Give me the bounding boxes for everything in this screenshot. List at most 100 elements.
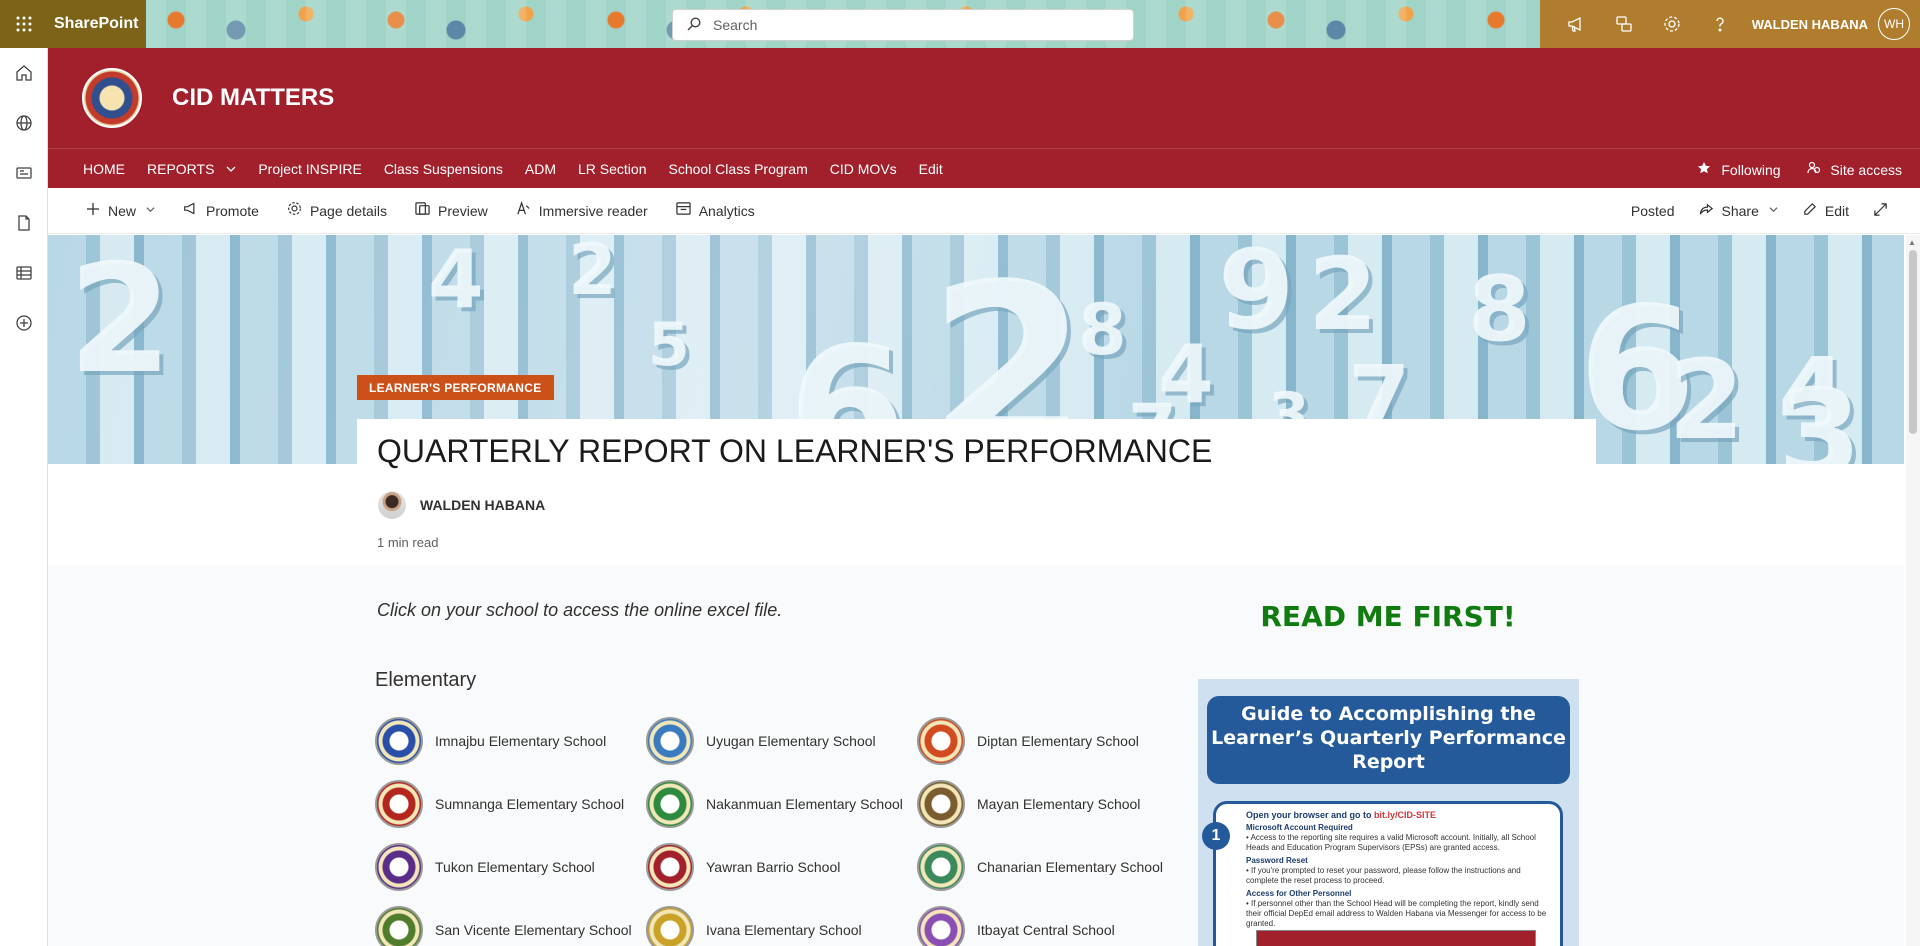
site-logo[interactable] [82, 68, 142, 128]
megaphone-icon[interactable] [1552, 0, 1600, 48]
school-name: Diptan Elementary School [977, 733, 1139, 749]
school-name: Nakanmuan Elementary School [706, 796, 903, 812]
app-name[interactable]: SharePoint [48, 0, 146, 48]
following-button[interactable]: Following [1697, 161, 1781, 178]
read-time: 1 min read [377, 535, 439, 550]
topic-tag[interactable]: LEARNER'S PERFORMANCE [357, 375, 554, 400]
nav-adm[interactable]: ADM [514, 161, 567, 177]
nav-school-class-program[interactable]: School Class Program [657, 161, 818, 177]
nav-project-inspire[interactable]: Project INSPIRE [247, 161, 372, 177]
megaphone-icon [183, 201, 198, 220]
school-link[interactable]: Diptan Elementary School [917, 717, 1175, 765]
user-name[interactable]: WALDEN HABANA [1744, 17, 1878, 32]
document-icon[interactable] [0, 198, 48, 248]
school-link[interactable]: Yawran Barrio School [646, 843, 904, 891]
intro-text: Click on your school to access the onlin… [377, 600, 783, 620]
analytics-label: Analytics [698, 202, 755, 219]
home-icon[interactable] [0, 48, 48, 98]
school-link[interactable]: Ivana Elementary School [646, 906, 904, 946]
chat-icon[interactable] [1600, 0, 1648, 48]
school-link[interactable]: Uyugan Elementary School [646, 717, 904, 765]
school-name: Uyugan Elementary School [706, 733, 876, 749]
school-link[interactable]: Itbayat Central School [917, 906, 1175, 946]
guide-t1: • Access to the reporting site requires … [1246, 833, 1536, 852]
waffle-icon[interactable] [0, 0, 48, 48]
chevron-down-icon [146, 205, 155, 217]
nav-edit[interactable]: Edit [908, 161, 954, 177]
add-icon[interactable] [0, 298, 48, 348]
school-seal-icon [917, 906, 965, 946]
school-seal-icon [375, 780, 423, 828]
list-icon[interactable] [0, 248, 48, 298]
school-seal-icon [375, 843, 423, 891]
pencil-icon [1802, 202, 1817, 221]
guide-screenshot [1256, 930, 1536, 946]
news-icon[interactable] [0, 148, 48, 198]
school-seal-icon [646, 780, 694, 828]
user-avatar[interactable]: WH [1878, 8, 1910, 40]
new-button[interactable]: New [48, 202, 169, 220]
school-seal-icon [917, 780, 965, 828]
scrollbar-thumb[interactable] [1909, 250, 1917, 434]
help-icon[interactable] [1696, 0, 1744, 48]
school-seal-icon [375, 717, 423, 765]
suite-bar: SharePoint Search WALDEN HABANA WH [0, 0, 1920, 48]
scroll-up-icon[interactable]: ▲ [1908, 238, 1916, 247]
nav-class-suspensions[interactable]: Class Suspensions [373, 161, 514, 177]
nav-reports[interactable]: REPORTS [136, 161, 247, 177]
search-input[interactable]: Search [672, 9, 1134, 41]
gear-icon [287, 201, 302, 220]
nav-cid-movs[interactable]: CID MOVs [819, 161, 908, 177]
preview-icon [415, 201, 430, 220]
school-link[interactable]: Tukon Elementary School [375, 843, 633, 891]
school-name: Tukon Elementary School [435, 859, 595, 875]
search-icon [687, 16, 701, 34]
gear-icon[interactable] [1648, 0, 1696, 48]
site-navigation: HOME REPORTS Project INSPIRE Class Suspe… [48, 148, 1920, 188]
school-seal-icon [646, 906, 694, 946]
school-link[interactable]: Nakanmuan Elementary School [646, 780, 904, 828]
school-name: Ivana Elementary School [706, 922, 862, 938]
step-title: Open your browser and go to bit.ly/CID-S… [1246, 810, 1550, 820]
school-seal-icon [375, 906, 423, 946]
preview-label: Preview [438, 202, 488, 219]
hero-digit: 3 [1778, 365, 1862, 465]
search-placeholder: Search [713, 17, 758, 33]
avatar [378, 491, 406, 519]
school-link[interactable]: San Vicente Elementary School [375, 906, 633, 946]
analytics-icon [676, 201, 691, 220]
expand-button[interactable] [1861, 202, 1900, 220]
share-button[interactable]: Share [1687, 202, 1790, 221]
immersive-reader-icon [516, 200, 531, 220]
school-link[interactable]: Sumnanga Elementary School [375, 780, 633, 828]
command-bar: New Promote Page details Preview Immersi… [48, 188, 1920, 234]
guide-t3: • If personnel other than the School Hea… [1246, 899, 1547, 928]
site-access-button[interactable]: Site access [1806, 161, 1902, 178]
school-link[interactable]: Chanarian Elementary School [917, 843, 1175, 891]
promote-button[interactable]: Promote [169, 201, 273, 220]
hero-digit: 2 [568, 235, 617, 311]
plus-icon [86, 202, 100, 220]
guide-image[interactable]: Guide to Accomplishing the Learner’s Qua… [1198, 679, 1579, 946]
preview-button[interactable]: Preview [401, 201, 502, 220]
edit-button[interactable]: Edit [1790, 202, 1861, 221]
author-byline[interactable]: WALDEN HABANA [378, 491, 545, 519]
nav-home[interactable]: HOME [48, 161, 136, 177]
guide-t2: • If you're prompted to reset your passw… [1246, 866, 1521, 885]
guide-h2: Password Reset [1246, 856, 1308, 865]
site-title[interactable]: CID MATTERS [172, 84, 334, 112]
guide-heading: Guide to Accomplishing the Learner’s Qua… [1207, 696, 1570, 784]
school-link[interactable]: Imnajbu Elementary School [375, 717, 633, 765]
nav-lr-section[interactable]: LR Section [567, 161, 657, 177]
globe-icon[interactable] [0, 98, 48, 148]
page-details-button[interactable]: Page details [273, 201, 401, 220]
school-link[interactable]: Mayan Elementary School [917, 780, 1175, 828]
hero-digit: 8 [1468, 257, 1531, 362]
school-seal-icon [917, 843, 965, 891]
immersive-reader-button[interactable]: Immersive reader [502, 200, 662, 220]
analytics-button[interactable]: Analytics [662, 201, 769, 220]
step-title-prefix: Open your browser and go to [1246, 810, 1375, 820]
guide-step-card: 1 Open your browser and go to bit.ly/CID… [1202, 801, 1563, 946]
school-name: San Vicente Elementary School [435, 922, 632, 938]
guide-h1: Microsoft Account Required [1246, 823, 1353, 832]
